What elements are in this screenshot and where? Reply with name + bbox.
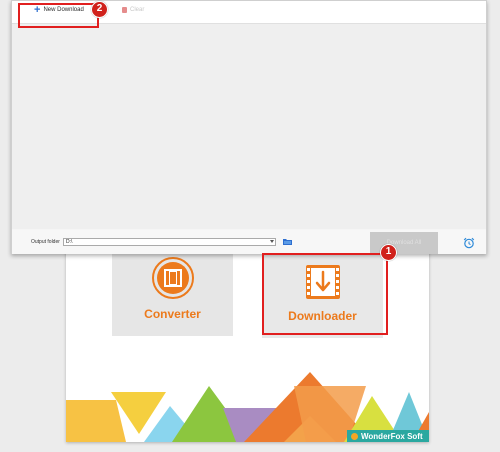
output-folder-select[interactable]: D:\: [63, 238, 276, 246]
download-list[interactable]: [12, 24, 486, 229]
highlight-downloader: [262, 253, 388, 335]
alarm-clock-icon[interactable]: [463, 237, 475, 249]
clear-button[interactable]: Clear: [122, 7, 144, 13]
downloader-window: + New Download Clear Output folder D:\ D…: [11, 0, 487, 254]
brand-bar: WonderFox Soft: [347, 430, 429, 442]
output-folder-label: Output folder: [31, 239, 60, 245]
wonderfox-logo-icon: [351, 432, 358, 440]
clear-label: Clear: [130, 7, 145, 13]
trash-icon: [122, 7, 127, 13]
converter-tile[interactable]: Converter: [112, 250, 233, 336]
folder-icon[interactable]: [283, 238, 292, 245]
step-1-badge: 1: [380, 244, 397, 261]
brand-label: WonderFox Soft: [361, 431, 423, 441]
chevron-down-icon: [270, 240, 274, 243]
bottom-bar: Output folder D:\ Download All: [12, 230, 486, 254]
highlight-new-download: [18, 3, 99, 28]
converter-label: Converter: [144, 307, 201, 321]
film-reel-icon: [151, 257, 194, 299]
step-2-badge: 2: [91, 1, 108, 18]
output-folder-value: D:\: [66, 239, 73, 245]
